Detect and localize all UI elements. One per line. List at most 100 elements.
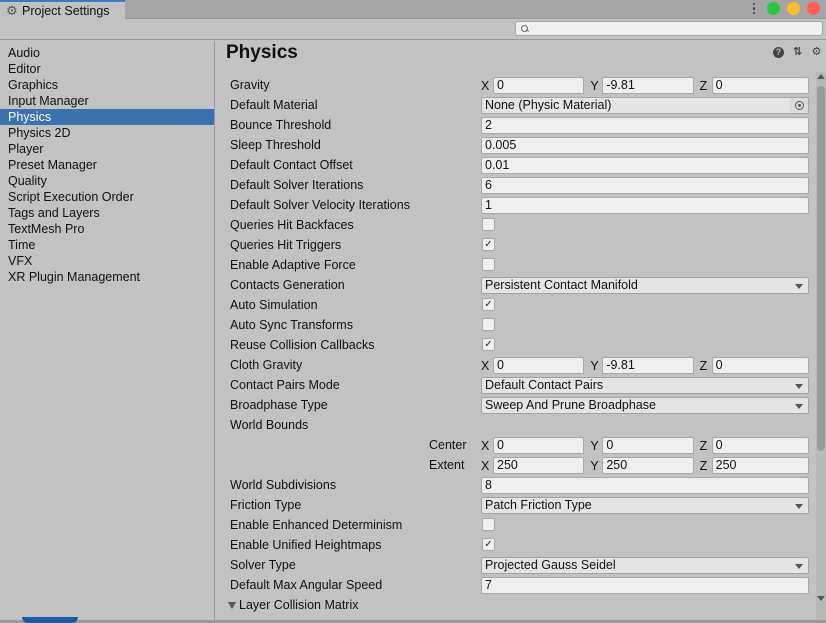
dropdown-arrow-icon xyxy=(795,404,803,409)
sidebar-item-script-execution-order[interactable]: Script Execution Order xyxy=(0,189,214,205)
foldout-triangle-icon xyxy=(228,601,236,609)
scroll-up-arrow-icon[interactable] xyxy=(817,74,825,79)
world-subdivisions-field[interactable]: 8 xyxy=(481,477,809,494)
settings-gear-icon[interactable]: ⚙ xyxy=(811,47,822,58)
gravity-y-field[interactable]: -9.81 xyxy=(602,77,694,94)
default-material-field[interactable]: None (Physic Material) xyxy=(481,97,809,114)
row-queries-hit-triggers: Queries Hit Triggers ✓ xyxy=(216,235,814,255)
default-max-angular-speed-field[interactable]: 7 xyxy=(481,577,809,594)
sidebar-item-audio[interactable]: Audio xyxy=(0,45,214,61)
row-layer-collision-matrix: Layer Collision Matrix xyxy=(216,595,814,615)
sidebar-item-xr-plugin-management[interactable]: XR Plugin Management xyxy=(0,269,214,285)
contacts-generation-dropdown[interactable]: Persistent Contact Manifold xyxy=(481,277,809,294)
sidebar-item-vfx[interactable]: VFX xyxy=(0,253,214,269)
sidebar-item-tags-and-layers[interactable]: Tags and Layers xyxy=(0,205,214,221)
layer-collision-matrix-foldout[interactable]: Layer Collision Matrix xyxy=(228,598,358,612)
window-controls xyxy=(752,2,820,15)
help-icon[interactable]: ? xyxy=(773,47,784,58)
row-default-solver-iterations: Default Solver Iterations 6 xyxy=(216,175,814,195)
extent-z-field[interactable]: 250 xyxy=(711,457,809,474)
default-material-value: None (Physic Material) xyxy=(485,98,612,112)
search-input[interactable] xyxy=(533,22,822,35)
search-box[interactable] xyxy=(515,21,823,36)
row-auto-sync-transforms: Auto Sync Transforms xyxy=(216,315,814,335)
gravity-z-field[interactable]: 0 xyxy=(711,77,809,94)
row-world-bounds-center: Center X0 Y0 Z0 xyxy=(216,435,814,455)
queries-hit-backfaces-label: Queries Hit Backfaces xyxy=(230,218,354,232)
cloth-gravity-z-field[interactable]: 0 xyxy=(711,357,809,374)
extent-x-field[interactable]: 250 xyxy=(493,457,585,474)
default-contact-offset-field[interactable]: 0.01 xyxy=(481,157,809,174)
sidebar-item-editor[interactable]: Editor xyxy=(0,61,214,77)
scroll-down-arrow-icon[interactable] xyxy=(817,596,825,601)
extent-y-field[interactable]: 250 xyxy=(602,457,694,474)
row-contacts-generation: Contacts Generation Persistent Contact M… xyxy=(216,275,814,295)
sidebar-item-textmesh-pro[interactable]: TextMesh Pro xyxy=(0,221,214,237)
friction-type-dropdown[interactable]: Patch Friction Type xyxy=(481,497,809,514)
sidebar-item-time[interactable]: Time xyxy=(0,237,214,253)
row-queries-hit-backfaces: Queries Hit Backfaces xyxy=(216,215,814,235)
auto-sync-transforms-checkbox[interactable] xyxy=(482,318,495,331)
center-x-field[interactable]: 0 xyxy=(493,437,585,454)
enable-unified-heightmaps-label: Enable Unified Heightmaps xyxy=(230,538,382,552)
enable-unified-heightmaps-checkbox[interactable]: ✓ xyxy=(482,538,495,551)
cloth-gravity-label: Cloth Gravity xyxy=(230,358,303,372)
queries-hit-backfaces-checkbox[interactable] xyxy=(482,218,495,231)
minimize-button[interactable] xyxy=(787,2,800,15)
center-z-field[interactable]: 0 xyxy=(711,437,809,454)
row-solver-type: Solver Type Projected Gauss Seidel xyxy=(216,555,814,575)
cloth-gravity-y-field[interactable]: -9.81 xyxy=(602,357,694,374)
background-window-fragment xyxy=(22,617,78,623)
row-default-solver-velocity-iterations: Default Solver Velocity Iterations 1 xyxy=(216,195,814,215)
page-title: Physics xyxy=(226,42,298,63)
tab-project-settings[interactable]: ⚙ Project Settings xyxy=(0,0,125,19)
dropdown-arrow-icon xyxy=(795,564,803,569)
default-solver-velocity-iterations-field[interactable]: 1 xyxy=(481,197,809,214)
broadphase-type-dropdown[interactable]: Sweep And Prune Broadphase xyxy=(481,397,809,414)
default-solver-iterations-field[interactable]: 6 xyxy=(481,177,809,194)
sidebar-item-graphics[interactable]: Graphics xyxy=(0,77,214,93)
object-picker-icon[interactable] xyxy=(790,98,808,113)
axis-x-label: X xyxy=(481,438,490,453)
row-enable-adaptive-force: Enable Adaptive Force xyxy=(216,255,814,275)
auto-simulation-checkbox[interactable]: ✓ xyxy=(482,298,495,311)
bounce-threshold-label: Bounce Threshold xyxy=(230,118,332,132)
sleep-threshold-field[interactable]: 0.005 xyxy=(481,137,809,154)
contact-pairs-mode-value: Default Contact Pairs xyxy=(485,378,604,392)
sidebar-item-preset-manager[interactable]: Preset Manager xyxy=(0,157,214,173)
close-button[interactable] xyxy=(807,2,820,15)
sidebar-item-quality[interactable]: Quality xyxy=(0,173,214,189)
default-contact-offset-label: Default Contact Offset xyxy=(230,158,353,172)
reuse-collision-callbacks-checkbox[interactable]: ✓ xyxy=(482,338,495,351)
row-cloth-gravity: Cloth Gravity X0 Y -9.81 Z0 xyxy=(216,355,814,375)
axis-x-label: X xyxy=(481,458,490,473)
title-bar: ⚙ Project Settings xyxy=(0,0,826,19)
row-default-max-angular-speed: Default Max Angular Speed 7 xyxy=(216,575,814,595)
enable-adaptive-force-checkbox[interactable] xyxy=(482,258,495,271)
enable-enhanced-determinism-checkbox[interactable] xyxy=(482,518,495,531)
default-material-label: Default Material xyxy=(230,98,318,112)
preset-sliders-icon[interactable]: ⇅ xyxy=(792,47,803,58)
sidebar-item-physics-2d[interactable]: Physics 2D xyxy=(0,125,214,141)
solver-type-dropdown[interactable]: Projected Gauss Seidel xyxy=(481,557,809,574)
scrollbar-thumb[interactable] xyxy=(817,86,825,451)
gravity-x-field[interactable]: 0 xyxy=(493,77,585,94)
maximize-button[interactable] xyxy=(767,2,780,15)
gravity-label: Gravity xyxy=(230,78,270,92)
enable-enhanced-determinism-label: Enable Enhanced Determinism xyxy=(230,518,403,532)
dropdown-arrow-icon xyxy=(795,384,803,389)
center-y-field[interactable]: 0 xyxy=(602,437,694,454)
bounce-threshold-field[interactable]: 2 xyxy=(481,117,809,134)
reuse-collision-callbacks-label: Reuse Collision Callbacks xyxy=(230,338,375,352)
contact-pairs-mode-dropdown[interactable]: Default Contact Pairs xyxy=(481,377,809,394)
center-vector: X0 Y0 Z0 xyxy=(481,437,809,454)
sidebar-item-physics[interactable]: Physics xyxy=(0,109,214,125)
friction-type-label: Friction Type xyxy=(230,498,302,512)
kebab-menu-icon[interactable] xyxy=(752,2,756,15)
enable-adaptive-force-label: Enable Adaptive Force xyxy=(230,258,356,272)
sidebar-item-input-manager[interactable]: Input Manager xyxy=(0,93,214,109)
cloth-gravity-x-field[interactable]: 0 xyxy=(493,357,585,374)
queries-hit-triggers-checkbox[interactable]: ✓ xyxy=(482,238,495,251)
sidebar-item-player[interactable]: Player xyxy=(0,141,214,157)
vertical-scrollbar[interactable] xyxy=(816,72,826,623)
